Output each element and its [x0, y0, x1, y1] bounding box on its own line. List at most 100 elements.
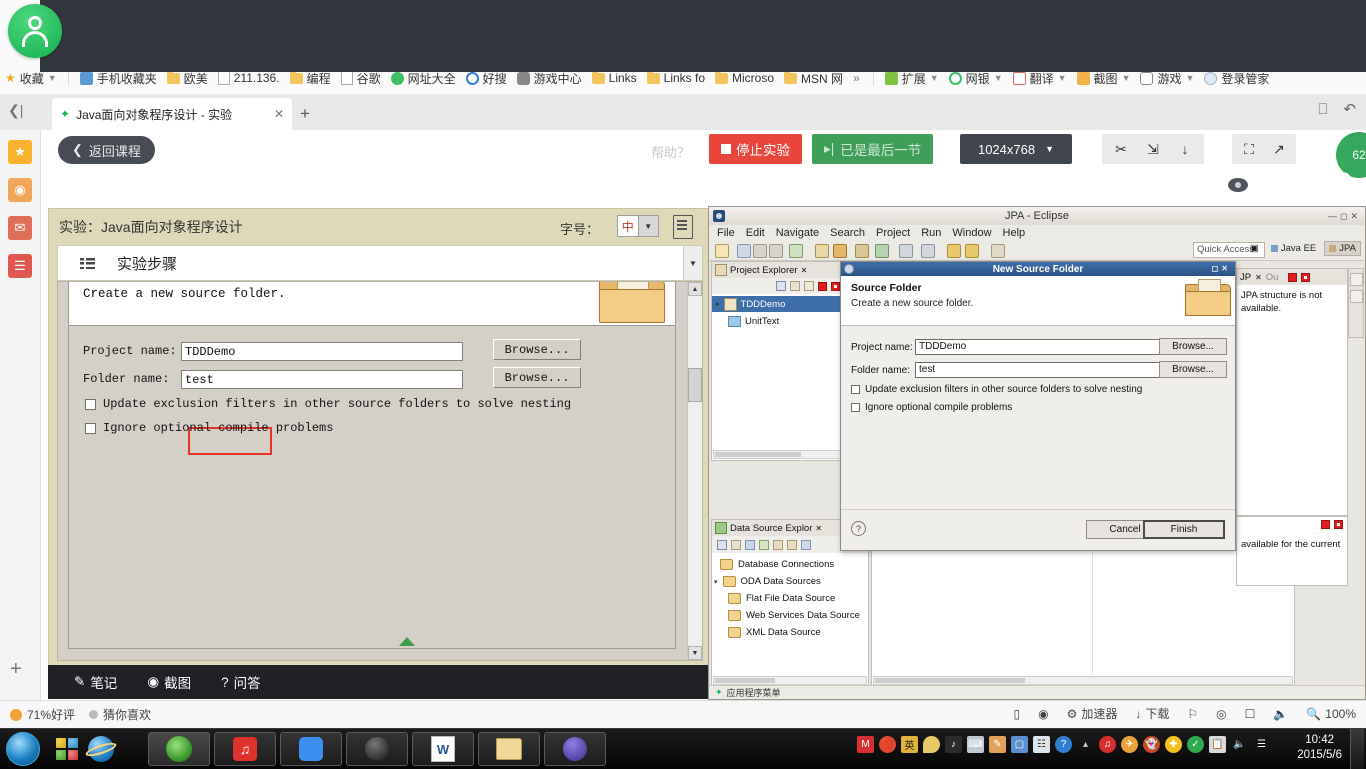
tray-volume-icon[interactable]: 🔈 [1231, 736, 1248, 753]
eclipse-menu-window[interactable]: Window [952, 227, 991, 239]
close-icon[interactable]: ✕ [274, 107, 284, 121]
shield-icon[interactable]: ◎ [1216, 707, 1226, 721]
tray-mic-icon[interactable]: ♪ [945, 736, 962, 753]
close-icon[interactable]: ✕ [1255, 273, 1262, 282]
server-icon[interactable] [875, 244, 889, 258]
chevron-down-icon[interactable]: ▼ [930, 73, 939, 83]
downloads-button[interactable]: ↓ 下载 [1135, 705, 1169, 722]
help-icon[interactable]: ? [851, 521, 866, 536]
tray-expand-icon[interactable]: ▴ [1077, 736, 1094, 753]
help-link[interactable]: 帮助？ [651, 142, 690, 161]
previous-annotation-icon[interactable] [991, 244, 1005, 258]
taskbar-word[interactable]: W [412, 732, 474, 766]
tree-item-project[interactable]: ▸ TDDDemo [712, 296, 844, 312]
stop-lab-button[interactable]: 停止实验 [709, 134, 802, 164]
chevron-down-icon[interactable]: ▼ [683, 246, 702, 280]
scroll-thumb[interactable] [688, 368, 702, 402]
fullscreen-icon[interactable]: ⛶ [1235, 136, 1263, 162]
scroll-down-button[interactable]: ▼ [688, 646, 702, 660]
undo-icon[interactable]: ↶ [1343, 100, 1356, 118]
refresh-icon[interactable] [731, 539, 741, 550]
minimize-view-icon[interactable] [1321, 520, 1330, 529]
minimize-view-icon[interactable] [1288, 272, 1298, 282]
taskbar-360-browser[interactable] [148, 732, 210, 766]
run-icon[interactable] [815, 244, 829, 258]
tray-monitor-icon[interactable]: ▢ [1011, 736, 1028, 753]
profile-icon[interactable] [833, 244, 847, 258]
chevron-right-icon[interactable]: ▸ [716, 300, 720, 308]
chevron-down-icon[interactable]: ▼ [994, 73, 1003, 83]
tree-item-web-services[interactable]: Web Services Data Source [728, 607, 860, 624]
close-icon[interactable]: ✕ [815, 524, 822, 533]
tab-list-button[interactable]: ❮| [8, 102, 23, 119]
checkbox-icon[interactable] [851, 385, 860, 394]
download-icon[interactable]: ↓ [1170, 136, 1200, 162]
eclipse-menu-file[interactable]: File [717, 227, 735, 239]
taskbar-clock[interactable]: 10:42 2015/5/6 [1297, 733, 1342, 763]
new-connection-icon[interactable] [745, 539, 755, 550]
view-menu-icon[interactable] [804, 281, 814, 291]
view-menu-icon[interactable] [801, 539, 811, 550]
perspective-java-ee[interactable]: Java EE [1267, 242, 1320, 255]
qa-button[interactable]: ? 问答 [221, 672, 261, 692]
accelerator-button[interactable]: ⚙ 加速器 [1067, 705, 1118, 722]
tray-clipboard-icon[interactable]: 📋 [1209, 736, 1226, 753]
tab-outline[interactable]: Ou [1266, 272, 1279, 283]
checkbox-icon[interactable] [85, 398, 96, 410]
recommendation[interactable]: 猜你喜欢 [89, 706, 151, 723]
data-source-explorer-hscrollbar[interactable] [713, 676, 867, 685]
scroll-up-button[interactable]: ▲ [688, 282, 702, 296]
screenshot-button[interactable]: ◉ 截图 [147, 672, 191, 692]
ignore-compile-checkbox-row[interactable]: Ignore optional compile problems [851, 402, 1012, 413]
eclipse-window-controls[interactable]: —◻✕ [1328, 211, 1361, 222]
update-exclusion-checkbox-row[interactable]: Update exclusion filters in other source… [851, 384, 1142, 395]
link-editor-icon[interactable] [790, 281, 800, 291]
search-toolbar-icon[interactable] [921, 244, 935, 258]
servers-view-icon[interactable] [1349, 290, 1363, 303]
tab-jpa-structure[interactable]: JP [1240, 272, 1251, 283]
export-icon[interactable] [769, 244, 783, 258]
tree-item-database-connections[interactable]: Database Connections [720, 556, 834, 573]
tray-qq-browser-icon[interactable]: ✈ [1121, 736, 1138, 753]
lab-steps-bar[interactable]: 实验步骤 ▼ [57, 245, 703, 281]
tray-netease-icon[interactable]: ♫ [1099, 736, 1116, 753]
tray-360-speed-icon[interactable]: ✚ [1165, 736, 1182, 753]
start-button[interactable] [6, 732, 40, 766]
embedded-project-input[interactable]: TDDDemo [181, 341, 463, 361]
external-tools-icon[interactable] [855, 244, 869, 258]
embedded-folder-input[interactable]: test [181, 369, 463, 389]
tree-item-xml[interactable]: XML Data Source [728, 624, 821, 641]
project-explorer-hscrollbar[interactable] [713, 450, 843, 459]
folder-name-input[interactable]: test [915, 362, 1169, 378]
taskbar-music[interactable]: ♫ [214, 732, 276, 766]
tray-doc-icon[interactable]: ☷ [1033, 736, 1050, 753]
embedded-browse-folder-button[interactable]: Browse... [493, 367, 581, 388]
restore-view-icon[interactable] [1349, 273, 1363, 286]
show-desktop-button[interactable] [1350, 729, 1364, 769]
page-rating[interactable]: 71%好评 [10, 706, 75, 723]
eclipse-menu-navigate[interactable]: Navigate [776, 227, 819, 239]
content-scrollbar[interactable]: ▲ ▼ [687, 282, 702, 660]
browse-project-button[interactable]: Browse... [1159, 338, 1227, 355]
window-restore-icon[interactable]: ⎕ [1318, 101, 1327, 118]
mobile-view-icon[interactable]: ▯ [1013, 707, 1020, 721]
tray-help-icon[interactable]: ? [1055, 736, 1072, 753]
dialog-window-controls[interactable]: ◻✕ [1212, 264, 1231, 273]
tree-item-flat-file[interactable]: Flat File Data Source [728, 590, 835, 607]
eye-icon[interactable] [1228, 178, 1248, 192]
minimize-view-icon[interactable] [818, 281, 827, 291]
rail-add-button[interactable]: + [10, 658, 22, 681]
back-nav-icon[interactable] [947, 244, 961, 258]
flag-icon[interactable]: ⚐ [1187, 707, 1198, 721]
scissors-icon[interactable]: ✂ [1106, 136, 1136, 162]
tray-moon-icon[interactable] [923, 736, 940, 753]
debug-icon[interactable] [789, 244, 803, 258]
tray-ime-icon[interactable]: 英 [901, 736, 918, 753]
rail-mail-icon[interactable]: ✉ [8, 216, 32, 240]
volume-icon[interactable]: 🔈 [1273, 707, 1288, 721]
quicklaunch-windows-icon[interactable] [52, 733, 82, 765]
rail-star-icon[interactable]: ★ [8, 140, 32, 164]
chevron-down-icon[interactable]: ▼ [1122, 73, 1131, 83]
new-tab-button[interactable]: + [300, 104, 310, 124]
collapse-all-icon[interactable] [776, 281, 786, 291]
